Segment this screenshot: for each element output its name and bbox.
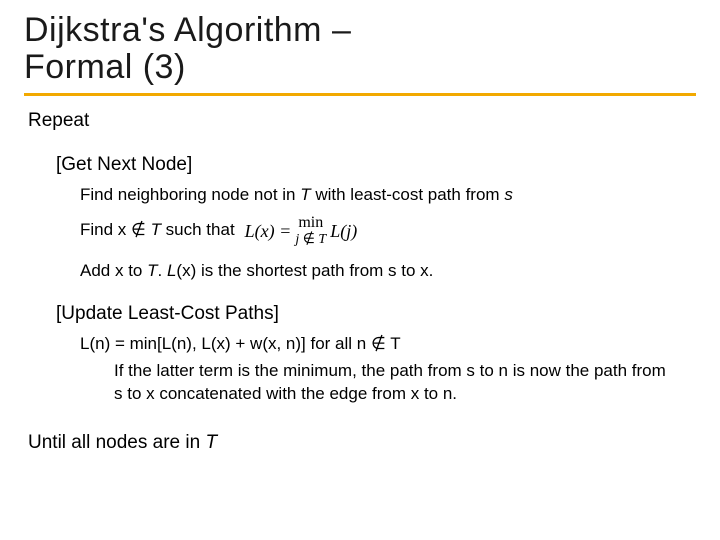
min-top: min (298, 215, 323, 231)
repeat-label: Repeat (28, 110, 696, 132)
add-x-c: (x) is the shortest path from s to x. (176, 261, 433, 280)
explain-text: If the latter term is the minimum, the p… (114, 360, 674, 406)
until-line: Until all nodes are in T (28, 432, 696, 454)
notin-symbol-2: ∉ (303, 230, 315, 246)
find-neighbor-line: Find neighboring node not in T with leas… (80, 184, 696, 207)
t-var-4: T (147, 261, 157, 280)
formula-lj: L(j) (330, 219, 357, 243)
s-var: s (504, 185, 513, 204)
find-x-text-b: such that (161, 220, 235, 239)
formula-lx: L(x) = (245, 219, 292, 243)
t-var-2: T (146, 220, 161, 239)
add-x-b: . (158, 261, 167, 280)
ln-equation: L(n) = min[L(n), L(x) + w(x, n)] for all… (80, 333, 696, 356)
find-neighbor-text-a: Find neighboring node not in (80, 185, 300, 204)
update-paths-header: [Update Least-Cost Paths] (56, 303, 696, 325)
find-neighbor-text-b: with least-cost path from (311, 185, 505, 204)
find-x-prefix: Find x ∉ T such that (80, 219, 235, 242)
until-a: Until all nodes are in (28, 432, 205, 453)
title-block: Dijkstra's Algorithm – Formal (3) (24, 12, 696, 96)
slide: Dijkstra's Algorithm – Formal (3) Repeat… (0, 0, 720, 540)
t-var-3: T (315, 232, 326, 247)
find-x-line: Find x ∉ T such that L(x) = min j ∉ T L(… (80, 215, 696, 247)
min-stack: min j ∉ T (295, 215, 326, 247)
t-var: T (300, 185, 310, 204)
slide-title-line2: Formal (3) (24, 49, 696, 86)
t-var-6: T (205, 432, 217, 453)
notin-symbol: ∉ (131, 220, 146, 239)
add-x-line: Add x to T. L(x) is the shortest path fr… (80, 261, 696, 281)
t-var-5: T (386, 334, 401, 353)
ln-eq-text: L(n) = min[L(n), L(x) + w(x, n)] for all… (80, 334, 371, 353)
j-var: j (295, 232, 302, 247)
add-x-a: Add x to (80, 261, 147, 280)
l-var: L (167, 261, 176, 280)
notin-symbol-3: ∉ (371, 334, 386, 353)
formula: L(x) = min j ∉ T L(j) (245, 215, 358, 247)
get-next-node-header: [Get Next Node] (56, 154, 696, 176)
min-cond: j ∉ T (295, 231, 326, 247)
find-x-text-a: Find x (80, 220, 131, 239)
slide-title-line1: Dijkstra's Algorithm – (24, 12, 696, 49)
